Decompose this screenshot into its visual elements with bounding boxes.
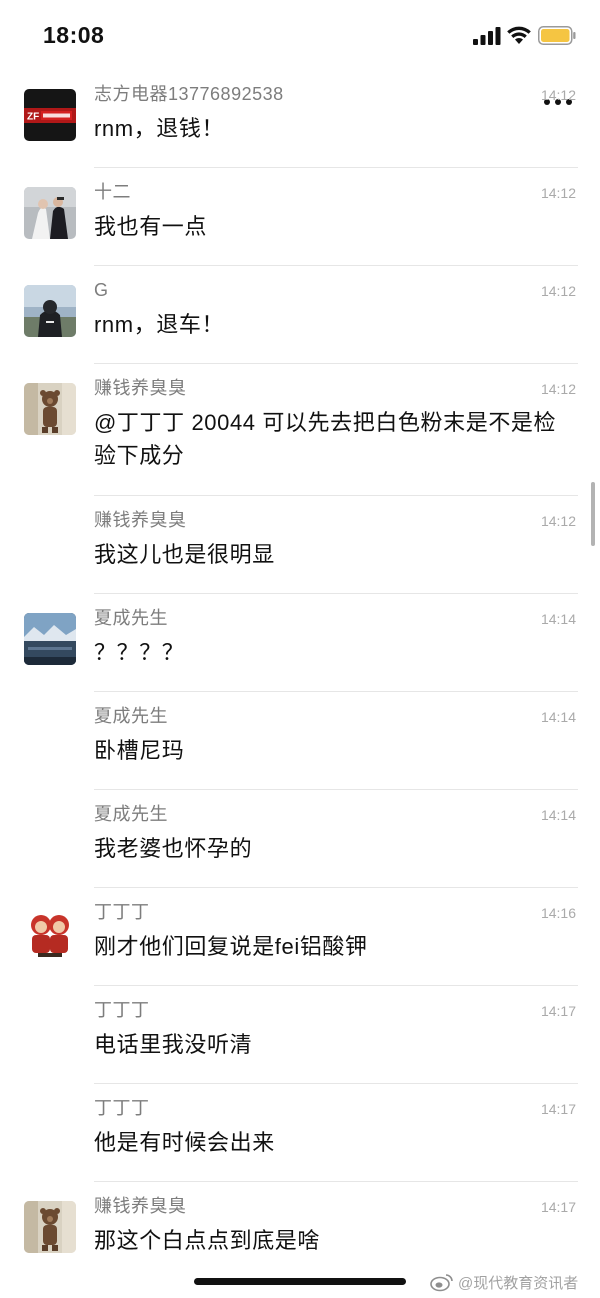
couple-photo-icon: [24, 187, 76, 239]
sender-name: 赚钱养臭臭: [94, 378, 187, 398]
bear-photo-icon: [24, 1201, 76, 1253]
avatar[interactable]: [24, 383, 76, 435]
avatar[interactable]: ZF: [24, 89, 76, 141]
message-time: 14:12: [540, 381, 576, 397]
cellular-signal-icon: [473, 27, 501, 45]
message-item[interactable]: ZF 志方电器13776892538 14:12 rnm，退钱！: [0, 70, 600, 168]
message-text: rnm，退车！: [94, 312, 225, 337]
message-text: 电话里我没听清: [94, 1032, 253, 1057]
watermark-text: @现代教育资讯者: [458, 1274, 579, 1292]
person-photo-icon: [24, 285, 76, 337]
scrollbar[interactable]: [591, 482, 595, 546]
message-text: 他是有时候会出来: [94, 1130, 275, 1155]
message-time: 14:12: [540, 87, 576, 103]
home-indicator[interactable]: [194, 1278, 406, 1285]
landscape-photo-icon: [24, 613, 76, 665]
avatar[interactable]: [24, 907, 76, 959]
cartoon-photo-icon: [24, 907, 76, 959]
sender-name: 赚钱养臭臭: [94, 1196, 187, 1216]
wifi-icon: [507, 26, 531, 44]
sender-name: 丁丁丁: [94, 1098, 150, 1118]
brand-logo-icon: ZF: [24, 89, 76, 141]
avatar[interactable]: [24, 1201, 76, 1253]
message-time: 14:17: [540, 1199, 576, 1215]
sender-name: 十二: [94, 182, 131, 202]
message-text: ？？？？: [94, 640, 185, 665]
sender-name: 夏成先生: [94, 804, 168, 824]
bear-photo-icon: [24, 383, 76, 435]
watermark: @现代教育资讯者: [430, 1270, 578, 1294]
avatar[interactable]: [24, 613, 76, 665]
message-time: 14:17: [540, 1101, 576, 1117]
message-item[interactable]: 夏成先生 14:14 我老婆也怀孕的: [0, 790, 600, 888]
status-bar: 18:08: [0, 0, 600, 72]
message-time: 14:12: [540, 283, 576, 299]
message-time: 14:14: [540, 611, 576, 627]
message-item[interactable]: G 14:12 rnm，退车！: [0, 266, 600, 364]
message-text: 卧槽尼玛: [94, 738, 185, 763]
weibo-logo-icon: [430, 1274, 453, 1292]
message-item[interactable]: 赚钱养臭臭 14:17 那这个白点点到底是啥: [0, 1182, 600, 1280]
message-item[interactable]: 赚钱养臭臭 14:12 我这儿也是很明显: [0, 496, 600, 594]
message-list: ZF 志方电器13776892538 14:12 rnm，退钱！ 十二 14:1…: [0, 70, 600, 1280]
sender-name: 赚钱养臭臭: [94, 510, 187, 530]
status-time: 18:08: [43, 22, 105, 48]
message-item[interactable]: 丁丁丁 14:17 电话里我没听清: [0, 986, 600, 1084]
sender-name: G: [94, 280, 109, 300]
message-text: @丁丁丁 20044 可以先去把白色粉末是不是检验下成分: [94, 410, 557, 468]
message-text: 我老婆也怀孕的: [94, 836, 253, 861]
message-time: 14:14: [540, 709, 576, 725]
sender-name: 夏成先生: [94, 608, 168, 628]
sender-name: 丁丁丁: [94, 902, 150, 922]
message-item[interactable]: 夏成先生 14:14 ？？？？: [0, 594, 600, 692]
sender-name: 丁丁丁: [94, 1000, 150, 1020]
battery-icon: [538, 26, 576, 45]
message-time: 14:17: [540, 1003, 576, 1019]
message-time: 14:12: [540, 185, 576, 201]
message-time: 14:16: [540, 905, 576, 921]
message-text: 刚才他们回复说是fei铝酸钾: [94, 934, 368, 959]
message-item[interactable]: 十二 14:12 我也有一点: [0, 168, 600, 266]
message-time: 14:12: [540, 513, 576, 529]
svg-text:ZF: ZF: [27, 112, 39, 123]
message-text: 我也有一点: [94, 214, 208, 239]
sender-name: 夏成先生: [94, 706, 168, 726]
message-item[interactable]: 丁丁丁 14:17 他是有时候会出来: [0, 1084, 600, 1182]
avatar[interactable]: [24, 285, 76, 337]
message-item[interactable]: 赚钱养臭臭 14:12 @丁丁丁 20044 可以先去把白色粉末是不是检验下成分: [0, 364, 600, 496]
avatar[interactable]: [24, 187, 76, 239]
message-text: rnm，退钱！: [94, 116, 225, 141]
message-text: 我这儿也是很明显: [94, 542, 275, 567]
message-item[interactable]: 夏成先生 14:14 卧槽尼玛: [0, 692, 600, 790]
sender-name: 志方电器13776892538: [94, 84, 284, 104]
message-item[interactable]: 丁丁丁 14:16 刚才他们回复说是fei铝酸钾: [0, 888, 600, 986]
message-time: 14:14: [540, 807, 576, 823]
message-text: 那这个白点点到底是啥: [94, 1228, 321, 1253]
